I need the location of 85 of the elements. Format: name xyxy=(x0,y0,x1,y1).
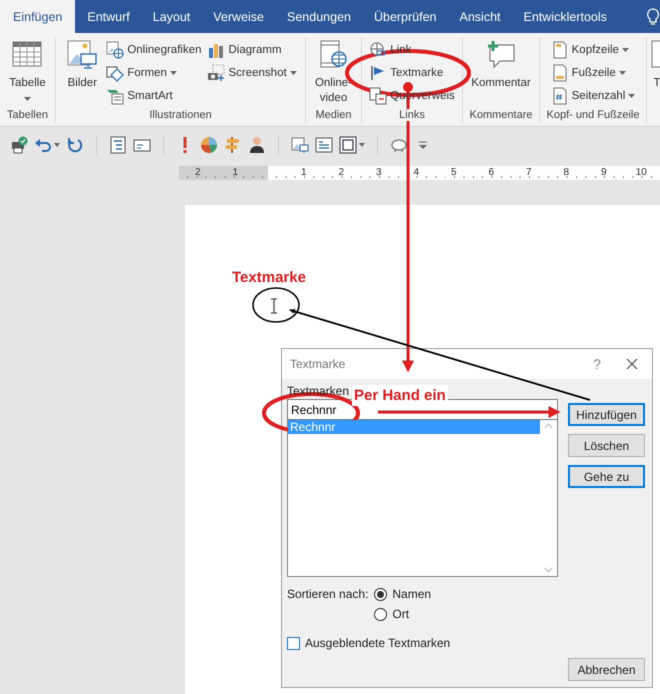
sort-label: Sortieren nach: xyxy=(287,586,368,603)
framed-box-icon xyxy=(339,136,357,154)
lightbulb-icon xyxy=(646,8,660,26)
ribbon-button[interactable]: Screenshot xyxy=(207,62,297,84)
ruler-number: 6 xyxy=(487,167,496,178)
scroll-up-icon xyxy=(544,423,553,429)
radio-label: Namen xyxy=(392,587,432,601)
checkbox[interactable] xyxy=(287,636,300,650)
ruler-number: 9 xyxy=(600,167,608,178)
annotation-label: Textmarke xyxy=(232,269,306,286)
exclamation-icon xyxy=(183,137,187,153)
help-button[interactable]: ? xyxy=(582,355,612,373)
radio-button[interactable] xyxy=(374,608,388,620)
ribbon-tab[interactable]: Entwurf xyxy=(76,0,141,33)
ribbon-button[interactable]: Online- video xyxy=(312,37,354,106)
group-label: Links xyxy=(399,109,425,121)
scroll-down-icon xyxy=(544,567,553,573)
ribbon-button[interactable]: Onlinegrafiken xyxy=(106,39,202,61)
caret-icon xyxy=(54,143,60,147)
cancel-button[interactable]: Abbrechen xyxy=(568,658,645,681)
camera-icon xyxy=(207,64,226,82)
ribbon-button[interactable]: Textmarke xyxy=(369,62,444,84)
ribbon-tab[interactable]: Verweise xyxy=(202,0,276,33)
undo-icon xyxy=(34,136,52,154)
dialog-button[interactable]: Hinzufügen xyxy=(568,403,645,426)
dialog-button[interactable]: Löschen xyxy=(568,434,645,457)
dialog-title: Textmarke xyxy=(290,357,346,371)
comment-icon xyxy=(485,39,517,71)
ribbon-tab[interactable]: Layout xyxy=(142,0,202,33)
footer-page-icon xyxy=(550,64,569,82)
ruler-number: 3 xyxy=(374,167,383,178)
ruler-number: 2 xyxy=(194,167,202,178)
ruler-number: 4 xyxy=(412,167,420,178)
ruler-number: 5 xyxy=(450,167,458,178)
group-label: Illustrationen xyxy=(149,109,212,121)
person-icon xyxy=(248,136,266,154)
ribbon-tab[interactable]: Überprüfen xyxy=(362,0,448,33)
callout-label: Per Hand ein xyxy=(352,385,448,406)
online-picture-icon xyxy=(106,41,124,59)
shapes-icon xyxy=(106,64,124,82)
ribbon-button[interactable]: Kommentar xyxy=(469,37,533,91)
signpost-icon xyxy=(224,136,242,154)
dialog-button[interactable]: Gehe zu xyxy=(568,465,645,488)
text-cursor-icon xyxy=(270,298,278,314)
group-label: Tabellen xyxy=(7,109,48,121)
ruler-number: 7 xyxy=(524,167,533,178)
text-box-icon xyxy=(315,136,333,154)
ribbon-tab[interactable]: Einfügen xyxy=(0,0,76,33)
ruler-number: 2 xyxy=(337,167,346,178)
bar-chart-icon xyxy=(207,41,226,59)
page-number-icon xyxy=(550,87,569,105)
ruler-number: 1 xyxy=(300,167,308,178)
ribbon-tab[interactable]: Sendungen xyxy=(276,0,362,33)
picture-icon xyxy=(66,39,98,71)
ruler-number: 10 xyxy=(634,167,648,178)
group-label: Kommentare xyxy=(470,109,532,121)
ribbon-button[interactable]: SmartArt xyxy=(106,85,173,107)
ruler-number: 1 xyxy=(231,167,240,178)
radio-label: Ort xyxy=(392,607,410,621)
ribbon-tab[interactable]: Ansicht xyxy=(448,0,512,33)
printer-check-icon xyxy=(10,136,28,154)
radio-button[interactable] xyxy=(374,588,388,600)
header-page-icon xyxy=(550,41,569,59)
checkbox-label: Ausgeblendete Textmarken xyxy=(305,636,450,650)
ribbon-button[interactable]: Fußzeile xyxy=(550,62,626,84)
cross-reference-icon xyxy=(369,87,388,105)
highlight-ellipse xyxy=(252,287,300,323)
group-label: Kopf- und Fußzeile xyxy=(546,109,640,121)
group-label: Medien xyxy=(315,109,352,121)
picture-monitor-icon xyxy=(291,136,309,154)
caret-icon xyxy=(359,143,365,147)
ribbon-button[interactable]: T xyxy=(648,37,660,91)
close-icon xyxy=(626,358,638,370)
ribbon-button[interactable]: Tabelle xyxy=(7,37,48,106)
document-outline-icon xyxy=(109,136,127,154)
ribbon-button[interactable]: Seitenzahl xyxy=(550,85,636,107)
ribbon-button[interactable]: Kopfzeile xyxy=(550,39,629,61)
ribbon-button[interactable]: Bilder xyxy=(64,37,100,91)
ruler-number: 8 xyxy=(562,167,570,178)
smartart-icon xyxy=(106,87,124,105)
redo-icon xyxy=(66,136,84,154)
ribbon-button[interactable]: Diagramm xyxy=(207,39,282,61)
pie-chart-icon xyxy=(200,136,218,154)
ribbon-tab[interactable]: Entwicklertools xyxy=(512,0,618,33)
ribbon-button[interactable]: Formen xyxy=(106,62,177,84)
